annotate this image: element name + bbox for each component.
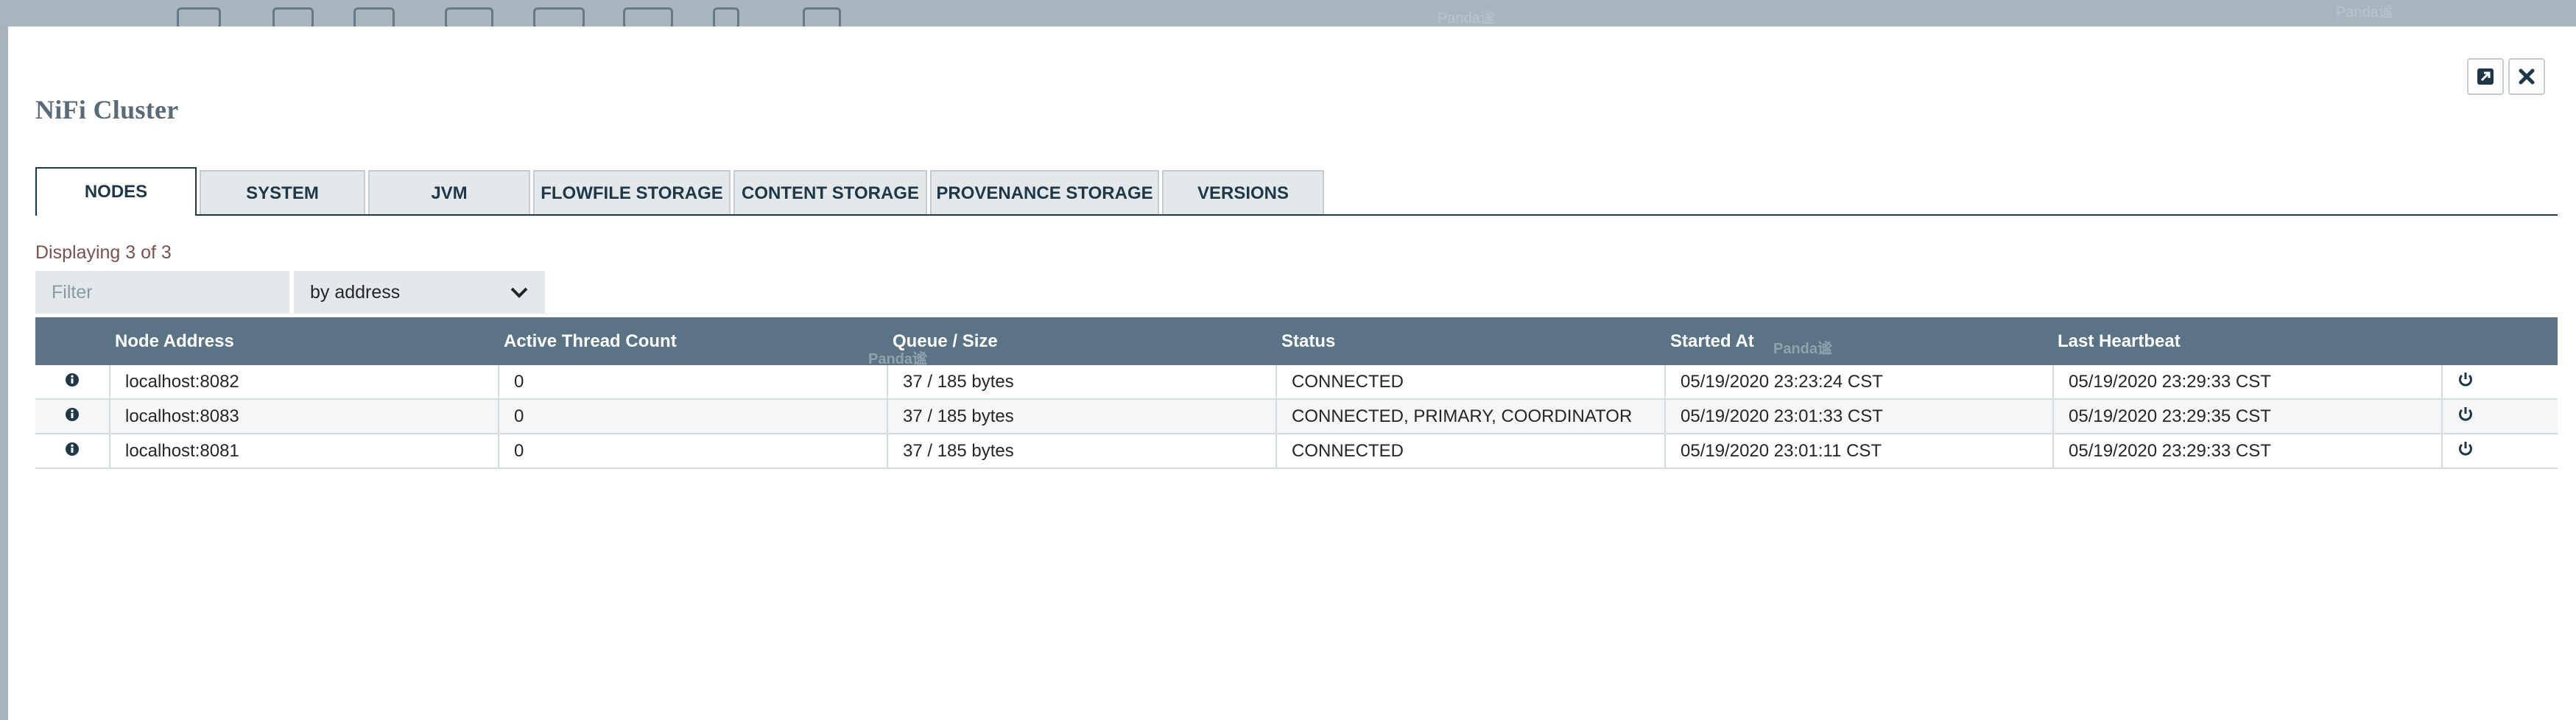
- tab-content-storage[interactable]: CONTENT STORAGE: [733, 170, 927, 216]
- filter-input[interactable]: [35, 271, 289, 314]
- close-icon: [2519, 68, 2535, 85]
- column-header-last-heartbeat[interactable]: Last Heartbeat: [2058, 317, 2181, 365]
- cell-active-threads: 0: [498, 365, 887, 398]
- tab-divider: [35, 214, 2558, 216]
- nodes-table: Node Address Active Thread Count Queue /…: [35, 317, 2558, 469]
- cell-active-threads: 0: [498, 434, 887, 467]
- cell-status: CONNECTED: [1275, 434, 1664, 467]
- column-header-node-address[interactable]: Node Address: [115, 317, 234, 365]
- cell-status: CONNECTED, PRIMARY, COORDINATOR: [1275, 400, 1664, 433]
- info-icon[interactable]: [65, 373, 80, 387]
- cell-started-at: 05/19/2020 23:23:24 CST: [1664, 365, 2052, 398]
- filter-mode-select[interactable]: by address: [294, 271, 545, 314]
- table-row[interactable]: localhost:8081 0 37 / 185 bytes CONNECTE…: [35, 434, 2558, 469]
- info-icon[interactable]: [65, 442, 80, 456]
- watermark: Panda谧: [1773, 341, 1833, 357]
- column-header-status[interactable]: Status: [1281, 317, 1335, 365]
- cell-node-address: localhost:8083: [109, 400, 498, 433]
- power-icon[interactable]: [2457, 406, 2474, 422]
- cell-queue-size: 37 / 185 bytes: [887, 365, 1275, 398]
- watermark: Panda谧: [2336, 4, 2393, 21]
- tab-flowfile-storage[interactable]: FLOWFILE STORAGE: [533, 170, 731, 216]
- popout-button[interactable]: [2467, 58, 2504, 95]
- table-header: Node Address Active Thread Count Queue /…: [35, 317, 2558, 367]
- canvas-toolbar-background: Panda谧 Panda谧: [0, 0, 2576, 29]
- power-icon[interactable]: [2457, 371, 2474, 387]
- cell-last-heartbeat: 05/19/2020 23:29:35 CST: [2052, 400, 2441, 433]
- close-button[interactable]: [2508, 58, 2545, 95]
- cell-node-address: localhost:8082: [109, 365, 498, 398]
- cell-started-at: 05/19/2020 23:01:33 CST: [1664, 400, 2052, 433]
- cell-node-address: localhost:8081: [109, 434, 498, 467]
- dialog-title: NiFi Cluster: [35, 95, 179, 124]
- displaying-count: Displaying 3 of 3: [35, 242, 172, 263]
- chevron-down-icon: [510, 287, 528, 298]
- tab-jvm[interactable]: JVM: [368, 170, 530, 216]
- filter-mode-value: by address: [310, 281, 401, 303]
- tab-system[interactable]: SYSTEM: [200, 170, 365, 216]
- tab-versions[interactable]: VERSIONS: [1162, 170, 1324, 216]
- cell-queue-size: 37 / 185 bytes: [887, 400, 1275, 433]
- cell-last-heartbeat: 05/19/2020 23:29:33 CST: [2052, 365, 2441, 398]
- table-row[interactable]: localhost:8082 0 37 / 185 bytes CONNECTE…: [35, 365, 2558, 400]
- table-row[interactable]: localhost:8083 0 37 / 185 bytes CONNECTE…: [35, 400, 2558, 434]
- cell-started-at: 05/19/2020 23:01:11 CST: [1664, 434, 2052, 467]
- column-header-active-threads[interactable]: Active Thread Count: [504, 317, 677, 365]
- power-icon[interactable]: [2457, 440, 2474, 456]
- cell-last-heartbeat: 05/19/2020 23:29:33 CST: [2052, 434, 2441, 467]
- watermark: Panda谧: [1437, 10, 1495, 27]
- cell-queue-size: 37 / 185 bytes: [887, 434, 1275, 467]
- tab-provenance-storage[interactable]: PROVENANCE STORAGE: [930, 170, 1159, 216]
- info-icon[interactable]: [65, 407, 80, 422]
- column-header-started-at[interactable]: Started At: [1670, 317, 1754, 365]
- tab-bar: NODES SYSTEM JVM FLOWFILE STORAGE CONTEN…: [35, 167, 1327, 216]
- tab-nodes[interactable]: NODES: [35, 167, 197, 216]
- popout-icon: [2477, 68, 2494, 85]
- cell-active-threads: 0: [498, 400, 887, 433]
- cell-status: CONNECTED: [1275, 365, 1664, 398]
